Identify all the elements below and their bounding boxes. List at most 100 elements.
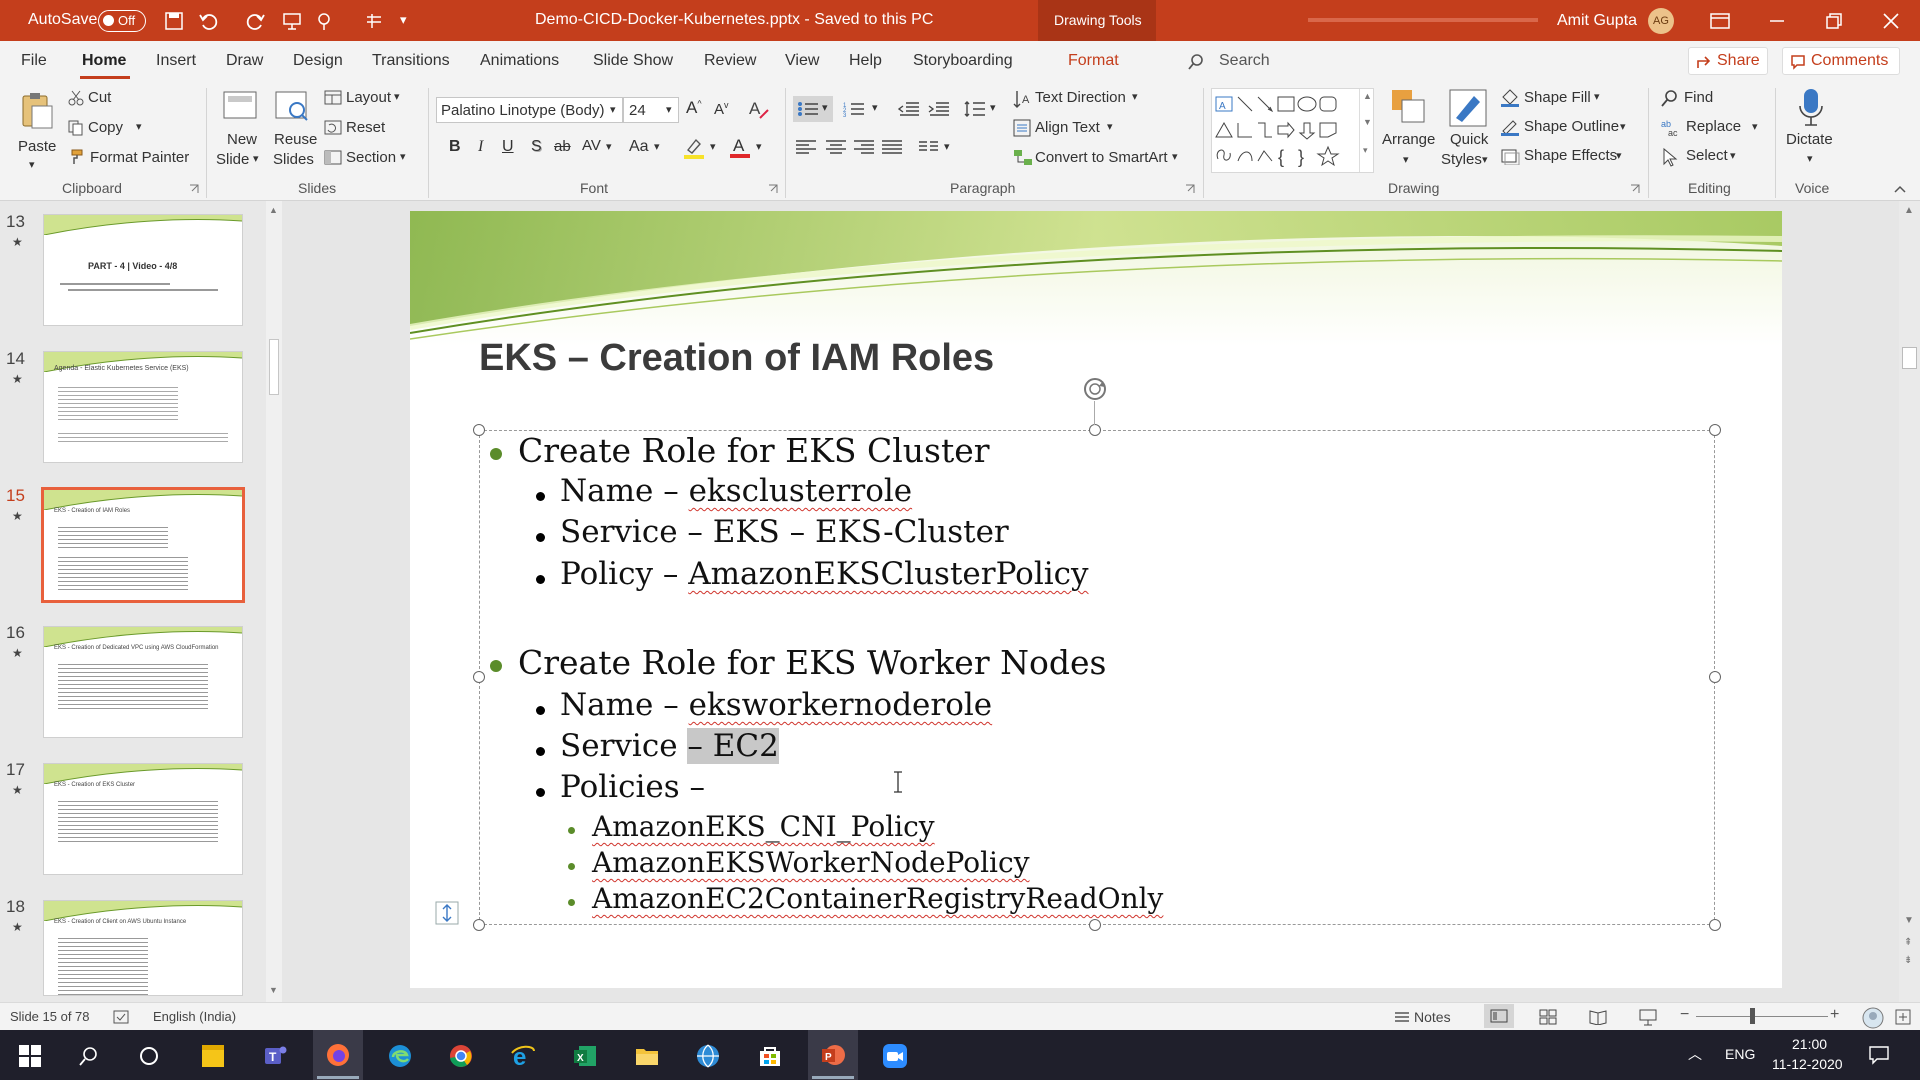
new-slide-dropdown-icon[interactable]: ▾ <box>253 152 259 165</box>
quick-styles-dropdown-icon[interactable]: ▾ <box>1482 153 1488 166</box>
scroll-down-icon[interactable]: ▼ <box>269 985 278 995</box>
replace-button[interactable]: Replace <box>1686 118 1741 135</box>
arrange-label[interactable]: Arrange <box>1382 131 1435 148</box>
scrollbar-thumb[interactable] <box>269 339 279 395</box>
columns-dropdown-icon[interactable]: ▾ <box>944 140 950 153</box>
shape-fill-dropdown-icon[interactable]: ▾ <box>1594 90 1600 103</box>
zoom-out-button[interactable]: − <box>1680 1006 1689 1024</box>
find-button[interactable]: Find <box>1684 89 1713 106</box>
tab-file[interactable]: File <box>21 52 47 70</box>
tab-storyboarding[interactable]: Storyboarding <box>913 52 1013 70</box>
select-button[interactable]: Select <box>1686 147 1728 164</box>
highlight-dropdown-icon[interactable]: ▾ <box>710 140 716 153</box>
strikethrough-button[interactable]: ab <box>554 138 571 155</box>
slide-thumbnail-13[interactable]: PART - 4 | Video - 4/8 <box>43 214 243 326</box>
edge-icon[interactable] <box>387 1043 413 1069</box>
paragraph-launcher-icon[interactable] <box>1185 184 1195 194</box>
fit-to-window-icon[interactable] <box>1894 1008 1912 1026</box>
tab-review[interactable]: Review <box>704 52 756 70</box>
numbering-icon[interactable]: 123 <box>843 101 865 117</box>
font-launcher-icon[interactable] <box>768 184 778 194</box>
scroll-up-icon[interactable]: ▲ <box>1904 205 1914 216</box>
shapes-gallery-scroll[interactable]: ▲ ▼ ▾ <box>1359 89 1374 172</box>
character-spacing-button[interactable]: AV <box>582 137 601 154</box>
quick-styles-label-1[interactable]: Quick <box>1450 131 1488 148</box>
text-shadow-button[interactable]: S <box>531 138 542 156</box>
scrollbar-thumb[interactable] <box>1902 347 1917 369</box>
layout-button[interactable]: Layout <box>346 89 391 106</box>
tab-draw[interactable]: Draw <box>226 52 263 70</box>
quick-styles-label-2[interactable]: Styles <box>1441 151 1482 168</box>
firefox-taskbar-item[interactable] <box>313 1030 363 1080</box>
scroll-down-icon[interactable]: ▼ <box>1904 915 1914 926</box>
autosave-toggle[interactable]: Off <box>98 10 146 32</box>
font-color-dropdown-icon[interactable]: ▾ <box>756 140 762 153</box>
redo-icon[interactable] <box>246 11 266 31</box>
avatar[interactable]: AG <box>1648 8 1674 34</box>
line-spacing-icon[interactable] <box>964 100 986 118</box>
resize-handle[interactable] <box>473 671 485 683</box>
tab-help[interactable]: Help <box>849 52 882 70</box>
align-center-icon[interactable] <box>825 139 847 155</box>
store-icon[interactable] <box>757 1043 783 1069</box>
text-direction-dropdown-icon[interactable]: ▾ <box>1132 90 1138 103</box>
qat-more-icon[interactable]: ▾ <box>400 12 407 28</box>
align-left-icon[interactable] <box>795 139 817 155</box>
close-icon[interactable] <box>1882 12 1900 30</box>
undo-icon[interactable] <box>198 11 218 31</box>
font-color-icon[interactable]: A <box>729 135 751 159</box>
input-language[interactable]: ENG <box>1725 1046 1755 1062</box>
quick-styles-icon[interactable] <box>1448 88 1488 128</box>
arrange-dropdown-icon[interactable]: ▾ <box>1403 153 1409 166</box>
present-from-start-icon[interactable] <box>282 11 302 31</box>
sub-bullet-name[interactable]: Name – eksclusterrole <box>560 473 912 509</box>
zoom-app-icon[interactable] <box>882 1043 908 1069</box>
tab-format[interactable]: Format <box>1068 52 1119 70</box>
highlight-icon[interactable] <box>683 136 705 160</box>
slide-thumbnail-16[interactable]: EKS - Creation of Dedicated VPC using AW… <box>43 626 243 738</box>
user-name[interactable]: Amit Gupta <box>1557 12 1637 30</box>
new-slide-icon[interactable] <box>222 88 260 124</box>
normal-view-button[interactable] <box>1484 1004 1514 1028</box>
sub-bullet-policy[interactable]: Policy – AmazonEKSClusterPolicy <box>560 556 1089 592</box>
touch-mode-icon[interactable] <box>314 11 334 31</box>
tab-slide-show[interactable]: Slide Show <box>593 52 673 70</box>
reset-button[interactable]: Reset <box>346 119 385 136</box>
language-indicator[interactable]: English (India) <box>153 1009 236 1024</box>
zoom-slider[interactable] <box>1696 1016 1828 1017</box>
resize-handle[interactable] <box>473 919 485 931</box>
shape-outline-dropdown-icon[interactable]: ▾ <box>1620 120 1626 133</box>
ribbon-display-icon[interactable] <box>1710 12 1730 30</box>
align-text-dropdown-icon[interactable]: ▾ <box>1107 120 1113 133</box>
slideshow-view-icon[interactable] <box>1639 1008 1657 1026</box>
clock-time[interactable]: 21:00 <box>1792 1036 1827 1052</box>
section-dropdown-icon[interactable]: ▾ <box>400 150 406 163</box>
reading-view-icon[interactable] <box>1589 1009 1607 1025</box>
tab-animations[interactable]: Animations <box>480 52 559 70</box>
font-name-select[interactable]: Palatino Linotype (Body) ▾ <box>436 97 623 123</box>
resize-handle[interactable] <box>1709 671 1721 683</box>
clock-date[interactable]: 11-12-2020 <box>1772 1056 1843 1072</box>
policy-worker-node[interactable]: AmazonEKSWorkerNodePolicy <box>592 846 1030 879</box>
clipboard-launcher-icon[interactable] <box>189 184 199 194</box>
sub-bullet-service[interactable]: Service – EC2 <box>560 728 779 764</box>
bullet-worker-nodes[interactable]: Create Role for EKS Worker Nodes <box>518 643 1106 682</box>
collapse-ribbon-icon[interactable] <box>1894 184 1906 194</box>
select-dropdown-icon[interactable]: ▾ <box>1730 149 1736 162</box>
thumbnail-scrollbar[interactable]: ▲ ▼ <box>266 201 282 1002</box>
copy-dropdown-icon[interactable]: ▾ <box>136 120 142 133</box>
shape-effects-button[interactable]: Shape Effects <box>1524 147 1617 164</box>
teams-icon[interactable]: T <box>262 1043 288 1069</box>
text-direction-button[interactable]: Text Direction <box>1035 89 1126 106</box>
slide-canvas[interactable]: EKS – Creation of IAM Roles Create Role … <box>410 211 1782 988</box>
tab-design[interactable]: Design <box>293 52 343 70</box>
cortana-icon[interactable] <box>138 1045 160 1067</box>
resize-handle[interactable] <box>473 424 485 436</box>
smartart-dropdown-icon[interactable]: ▾ <box>1172 150 1178 163</box>
tab-view[interactable]: View <box>785 52 819 70</box>
share-button[interactable]: Share <box>1688 47 1768 75</box>
reuse-slides-icon[interactable] <box>274 88 312 124</box>
policy-ecr-readonly[interactable]: AmazonEC2ContainerRegistryReadOnly <box>592 882 1163 915</box>
layout-dropdown-icon[interactable]: ▾ <box>394 90 400 103</box>
format-painter-button[interactable]: Format Painter <box>90 149 189 166</box>
